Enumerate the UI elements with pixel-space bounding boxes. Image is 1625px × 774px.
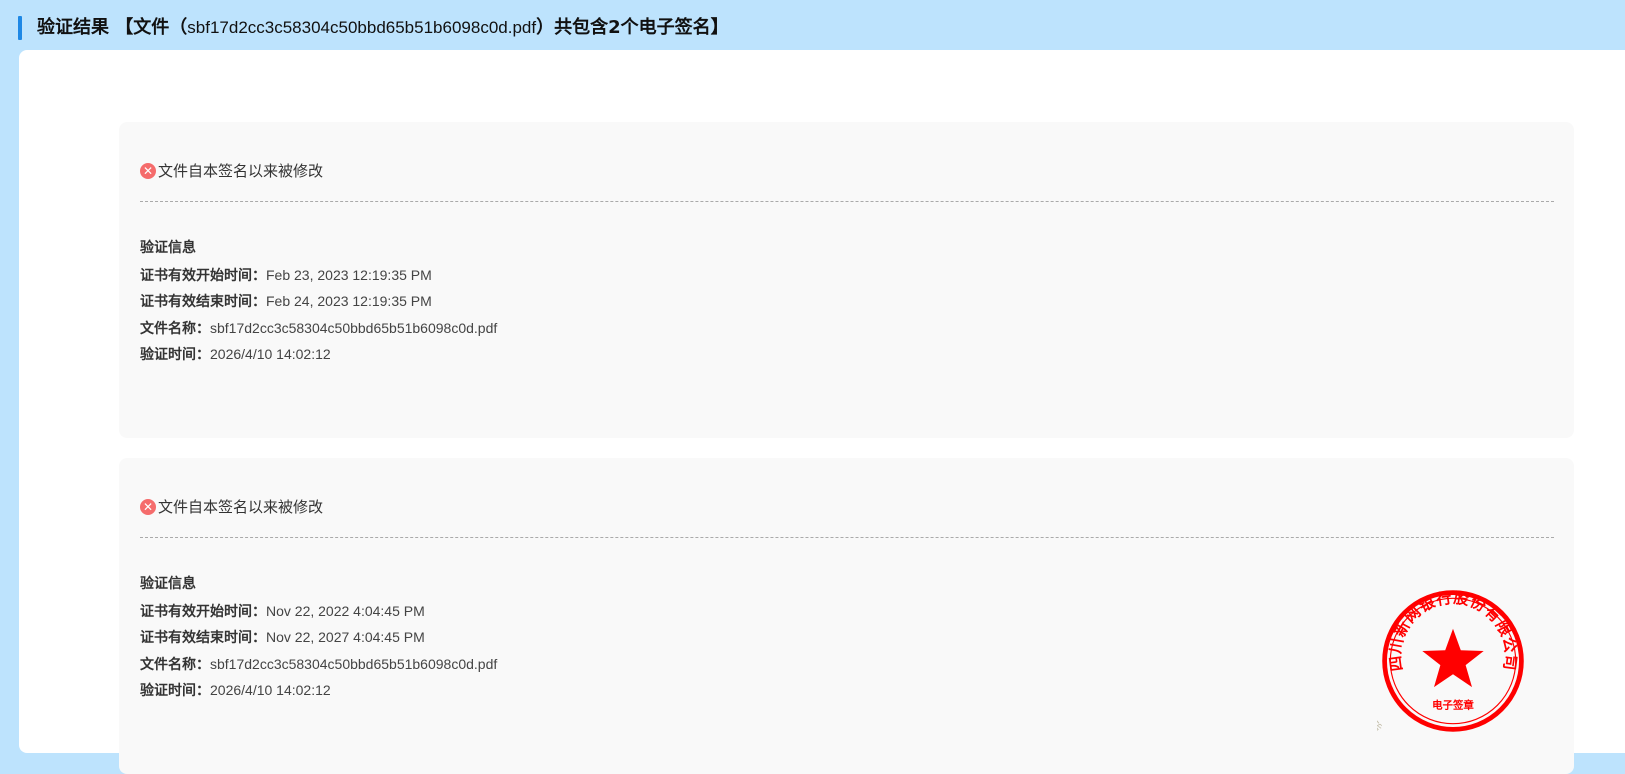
info-label: 证书有效结束时间： xyxy=(140,630,266,646)
info-label: 文件名称： xyxy=(140,656,210,673)
info-label: 验证时间： xyxy=(140,683,210,699)
error-circle-icon: ✕ xyxy=(140,162,156,179)
info-value: Feb 23, 2023 12:19:35 PM xyxy=(266,266,432,283)
verification-info-title: 验证信息 xyxy=(140,576,196,592)
signature-status: ✕ 文件自本签名以来被修改 xyxy=(140,496,323,517)
title-file-name: sbf17d2cc3c58304c50bbd65b51b6098c0d.pdf xyxy=(187,18,537,37)
info-label: 证书有效开始时间： xyxy=(140,603,266,620)
info-row-cert-start: 证书有效开始时间：Feb 23, 2023 12:19:35 PM xyxy=(140,262,497,289)
info-value: 2026/4/10 14:02:12 xyxy=(210,346,331,362)
verification-info-title: 验证信息 xyxy=(140,240,196,256)
info-value: Nov 22, 2027 4:04:45 PM xyxy=(266,629,425,645)
page-title: 验证结果 【文件（sbf17d2cc3c58304c50bbd65b51b609… xyxy=(37,16,729,40)
signature-status: ✕ 文件自本签名以来被修改 xyxy=(140,160,323,181)
title-prefix: 验证结果 【文件（ xyxy=(37,17,188,38)
info-value: sbf17d2cc3c58304c50bbd65b51b6098c0d.pdf xyxy=(210,319,498,336)
header: 验证结果 【文件（sbf17d2cc3c58304c50bbd65b51b609… xyxy=(0,0,1625,50)
info-value: sbf17d2cc3c58304c50bbd65b51b6098c0d.pdf xyxy=(210,655,498,672)
error-circle-icon: ✕ xyxy=(140,498,156,515)
info-row-verify-time: 验证时间：2026/4/10 14:02:12 xyxy=(140,341,497,368)
divider xyxy=(140,537,1554,538)
info-row-cert-start: 证书有效开始时间：Nov 22, 2022 4:04:45 PM xyxy=(140,598,497,625)
signature-status-text: 文件自本签名以来被修改 xyxy=(158,162,324,180)
verification-info: 验证信息 证书有效开始时间：Feb 23, 2023 12:19:35 PM 证… xyxy=(140,235,497,368)
seal-caption: 电子签章 xyxy=(1432,699,1474,712)
signature-card: ✕ 文件自本签名以来被修改 验证信息 证书有效开始时间：Feb 23, 2023… xyxy=(119,122,1574,438)
divider xyxy=(140,201,1554,202)
info-row-file-name: 文件名称：sbf17d2cc3c58304c50bbd65b51b6098c0d… xyxy=(140,315,497,342)
info-value: 2026/4/10 14:02:12 xyxy=(210,682,331,698)
signature-status-text: 文件自本签名以来被修改 xyxy=(158,498,324,516)
info-row-cert-end: 证书有效结束时间：Nov 22, 2027 4:04:45 PM xyxy=(140,624,497,651)
info-value: Nov 22, 2022 4:04:45 PM xyxy=(266,602,425,619)
verification-info: 验证信息 证书有效开始时间：Nov 22, 2022 4:04:45 PM 证书… xyxy=(140,571,497,704)
info-row-cert-end: 证书有效结束时间：Feb 24, 2023 12:19:35 PM xyxy=(140,288,497,315)
seal-watermark: 验证平台 xyxy=(1377,680,1386,735)
title-suffix: ）共包含2个电子签名】 xyxy=(536,17,729,38)
info-row-file-name: 文件名称：sbf17d2cc3c58304c50bbd65b51b6098c0d… xyxy=(140,651,497,678)
info-label: 证书有效结束时间： xyxy=(140,294,266,310)
header-accent-bar xyxy=(18,16,22,40)
signature-card: ✕ 文件自本签名以来被修改 验证信息 证书有效开始时间：Nov 22, 2022… xyxy=(119,458,1574,774)
info-row-verify-time: 验证时间：2026/4/10 14:02:12 xyxy=(140,677,497,704)
info-label: 文件名称： xyxy=(140,320,210,337)
info-label: 验证时间： xyxy=(140,347,210,363)
results-panel: ✕ 文件自本签名以来被修改 验证信息 证书有效开始时间：Feb 23, 2023… xyxy=(19,50,1625,774)
seal-watermark-text: 验证平台 xyxy=(1377,680,1386,735)
company-seal: 验证平台 四川新网银行股份有限公司 电子签章 xyxy=(1377,589,1524,735)
info-label: 证书有效开始时间： xyxy=(140,267,266,284)
seal-star-icon xyxy=(1422,628,1484,688)
info-value: Feb 24, 2023 12:19:35 PM xyxy=(266,293,432,309)
